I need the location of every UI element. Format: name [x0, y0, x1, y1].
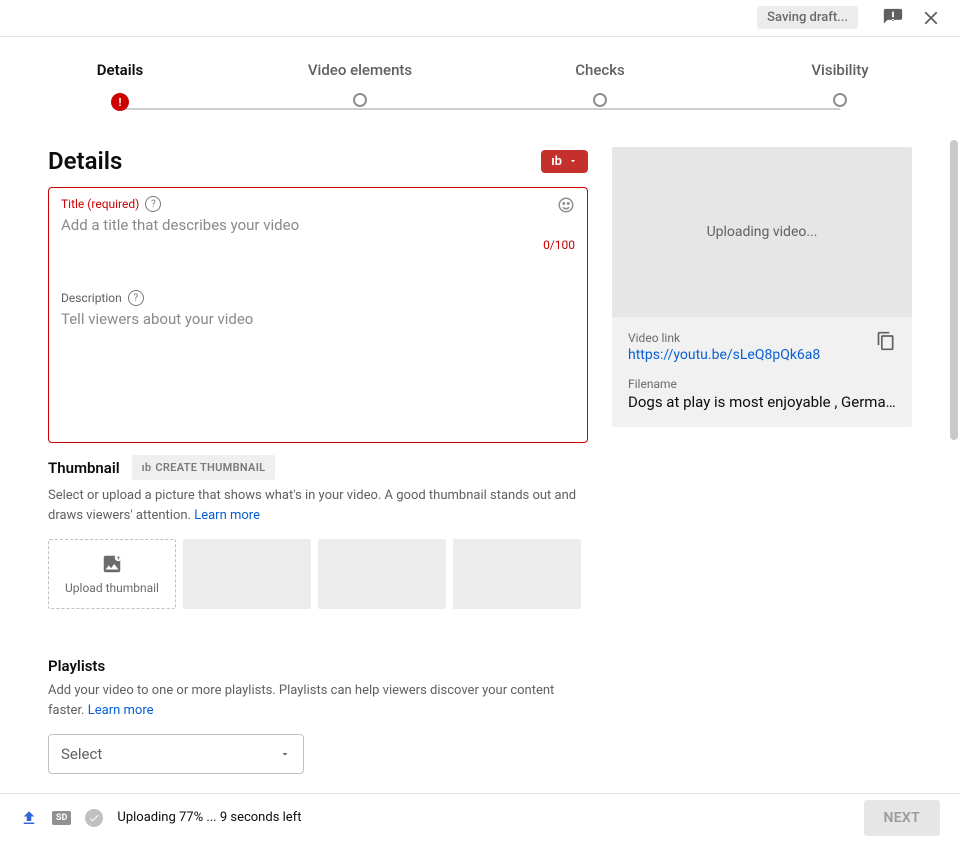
chevron-down-icon [279, 748, 291, 760]
thumbnail-option[interactable] [453, 539, 581, 609]
step-details[interactable]: Details [0, 61, 240, 111]
check-circle-icon [85, 809, 103, 827]
emoji-icon[interactable] [557, 196, 575, 214]
title-char-count: 0/100 [61, 238, 575, 252]
saving-draft-badge: Saving draft... [757, 6, 858, 29]
details-heading: Details [48, 147, 122, 175]
playlists-heading: Playlists [48, 657, 588, 675]
description-input[interactable] [61, 306, 575, 426]
playlists-section: Playlists Add your video to one or more … [48, 657, 588, 774]
help-icon[interactable]: ? [128, 290, 144, 306]
video-preview-panel: Uploading video... Video link https://yo… [612, 147, 912, 427]
chevron-down-icon [568, 156, 578, 166]
step-visibility[interactable]: Visibility [720, 61, 960, 111]
copy-link-button[interactable] [876, 331, 896, 351]
video-link[interactable]: https://youtu.be/sLeQ8pQk6a8 [628, 347, 820, 363]
video-preview-placeholder: Uploading video... [612, 147, 912, 317]
thumbnail-option[interactable] [183, 539, 311, 609]
create-thumbnail-button[interactable]: ıb CREATE THUMBNAIL [132, 455, 276, 480]
step-dot [593, 93, 607, 107]
tubebuddy-badge[interactable]: ıb [541, 150, 588, 173]
step-video-elements[interactable]: Video elements [240, 61, 480, 111]
topbar: Saving draft... [0, 0, 960, 36]
thumbnail-heading: Thumbnail [48, 459, 120, 477]
tubebuddy-small-icon: ıb [142, 461, 152, 474]
video-link-label: Video link [628, 331, 820, 345]
close-icon[interactable] [920, 7, 942, 29]
thumbnail-option[interactable] [318, 539, 446, 609]
playlist-select[interactable]: Select [48, 734, 304, 774]
step-checks[interactable]: Checks [480, 61, 720, 111]
upload-status: Uploading 77% ... 9 seconds left [117, 810, 301, 825]
thumbnail-learn-more-link[interactable]: Learn more [194, 508, 260, 523]
step-label: Checks [575, 61, 625, 79]
scrollbar-thumb[interactable] [950, 140, 958, 440]
step-label: Video elements [308, 61, 412, 79]
next-button[interactable]: NEXT [864, 800, 940, 836]
thumbnail-section: Thumbnail ıb CREATE THUMBNAIL Select or … [48, 455, 588, 609]
add-image-icon: + [101, 553, 123, 575]
alert-icon [111, 93, 129, 111]
footer: SD Uploading 77% ... 9 seconds left NEXT [0, 793, 960, 841]
step-dot [833, 93, 847, 107]
description-field[interactable]: Description ? [49, 282, 587, 442]
sd-badge: SD [52, 811, 71, 825]
help-icon[interactable]: ? [145, 196, 161, 212]
upload-thumbnail-button[interactable]: + Upload thumbnail [48, 539, 176, 609]
step-dot [353, 93, 367, 107]
filename-label: Filename [628, 377, 896, 391]
title-field[interactable]: Title (required) ? 0/100 [49, 188, 587, 262]
feedback-icon[interactable] [882, 7, 904, 29]
title-input[interactable] [61, 212, 575, 238]
filename-value: Dogs at play is most enjoyable , German… [628, 393, 896, 411]
title-label-text: Title (required) [61, 197, 139, 211]
playlists-learn-more-link[interactable]: Learn more [88, 703, 154, 718]
step-label: Details [97, 61, 143, 79]
step-label: Visibility [811, 61, 868, 79]
upload-stepper: Details Video elements Checks Visibility [0, 37, 960, 147]
playlists-subtext: Add your video to one or more playlists.… [48, 681, 588, 720]
upload-icon [20, 809, 38, 827]
thumbnail-subtext: Select or upload a picture that shows wh… [48, 486, 588, 525]
description-label-text: Description [61, 291, 122, 305]
svg-text:+: + [116, 553, 120, 562]
details-error-highlight: Title (required) ? 0/100 Description ? [48, 187, 588, 443]
